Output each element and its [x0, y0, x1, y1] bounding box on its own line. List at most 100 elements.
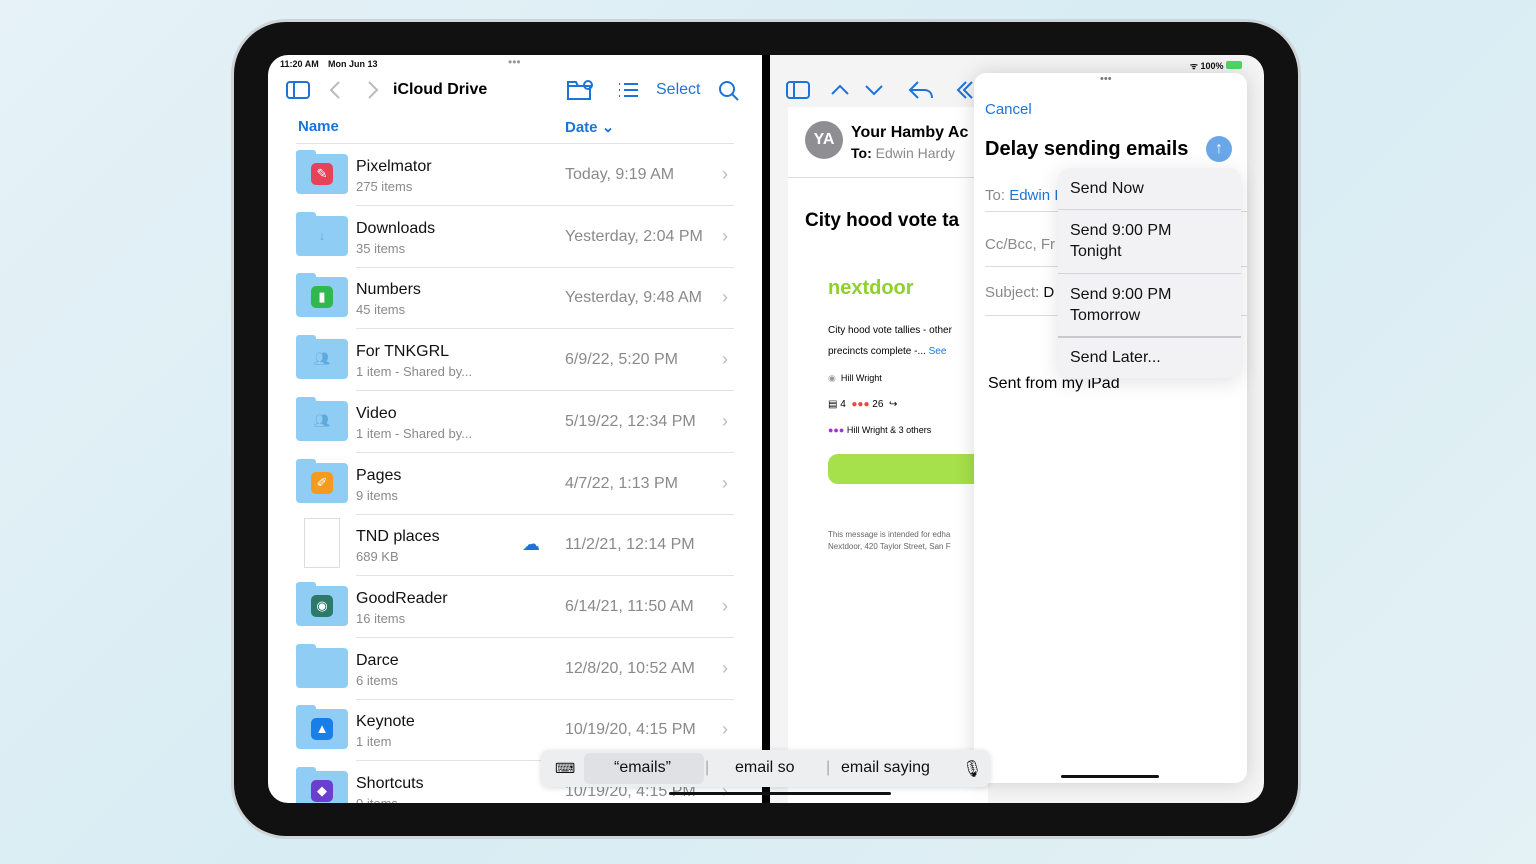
file-date: Yesterday, 2:04 PM	[565, 227, 703, 245]
file-name: For TNKGRL	[356, 343, 450, 361]
folder-icon: ▲	[296, 705, 348, 750]
list-view-icon[interactable]	[617, 81, 639, 99]
next-message-icon[interactable]	[864, 83, 884, 97]
recipient[interactable]: To: Edwin Hardy	[851, 145, 955, 161]
file-name: TND places	[356, 528, 440, 546]
file-row[interactable]: Darce 6 items 12/8/20, 10:52 AM ›	[296, 638, 734, 700]
folder-icon: ✎	[296, 150, 348, 194]
sheet-handle[interactable]: •••	[1100, 73, 1112, 85]
search-icon[interactable]	[718, 80, 740, 102]
reply-all-icon[interactable]	[956, 79, 974, 101]
microphone-icon[interactable]: 🎙︎	[962, 759, 982, 779]
file-row[interactable]: TND places 689 KB 11/2/21, 12:14 PM ☁	[296, 514, 734, 577]
folder-icon	[296, 643, 348, 688]
cta-button[interactable]	[828, 454, 998, 484]
shortcuts-icon: ◆	[311, 780, 333, 802]
file-row[interactable]: ◉ GoodReader 16 items 6/14/21, 11:50 AM ›	[296, 576, 734, 638]
folder-icon: ↓	[296, 211, 348, 256]
footer-line-1: This message is intended for edha	[828, 530, 951, 539]
file-row[interactable]: ↓ Downloads 35 items Yesterday, 2:04 PM ›	[296, 206, 734, 268]
sidebar-toggle-icon[interactable]	[286, 81, 310, 99]
folder-icon: 👥︎	[296, 396, 348, 441]
chevron-right-icon: ›	[722, 472, 728, 493]
see-more-link[interactable]: See	[929, 346, 947, 357]
menu-send-tonight[interactable]: Send 9:00 PM Tonight	[1070, 220, 1180, 262]
forward-icon[interactable]	[366, 80, 380, 100]
sidebar-toggle-icon[interactable]	[786, 81, 810, 99]
suggestion-3[interactable]: email saying	[841, 759, 930, 777]
new-folder-icon[interactable]	[566, 79, 594, 101]
home-indicator	[1061, 775, 1159, 778]
separator: |	[826, 759, 831, 776]
menu-send-later[interactable]: Send Later...	[1070, 347, 1161, 368]
to-name: Edwin Hardy	[875, 145, 955, 161]
keyboard-icon[interactable]: ⌨	[555, 760, 575, 777]
send-arrow-icon[interactable]: ↑	[1206, 136, 1232, 162]
download-icon: ↓	[318, 227, 326, 243]
cancel-button[interactable]: Cancel	[985, 101, 1032, 118]
folder-icon: 👥︎	[296, 335, 348, 380]
file-date: 5/19/22, 12:34 PM	[565, 412, 696, 430]
file-row[interactable]: 👥︎ For TNKGRL 1 item - Shared by... 6/9/22,…	[296, 329, 734, 392]
file-date: 11/2/21, 12:14 PM	[565, 536, 695, 554]
file-details: 689 KB	[356, 549, 399, 565]
keynote-icon: ▲	[311, 718, 333, 741]
to-field-label: To:	[985, 187, 1006, 204]
file-details: 35 items	[356, 240, 406, 256]
snippet-line-2: precincts complete -... See	[828, 346, 946, 357]
chevron-right-icon: ›	[722, 595, 728, 616]
file-details: 16 items	[356, 610, 406, 626]
pixelmator-icon: ✎	[311, 163, 333, 185]
menu-send-now[interactable]: Send Now	[1070, 178, 1144, 199]
cloud-download-icon[interactable]: ☁	[522, 534, 540, 555]
divider	[1058, 336, 1241, 338]
reactions-icon: ●●●	[851, 399, 870, 410]
mail-app: ᯤ 100% YA Your Hamby Ac To: Edwin Hardy …	[770, 55, 1264, 803]
to-field[interactable]: To: Edwin I	[985, 187, 1058, 204]
select-button[interactable]: Select	[656, 81, 700, 99]
files-app: 11:20 AM Mon Jun 13 ••• iCloud Drive Sel…	[268, 55, 762, 803]
file-row[interactable]: ✐ Pages 9 items 4/7/22, 1:13 PM ›	[296, 453, 734, 515]
menu-send-tomorrow[interactable]: Send 9:00 PM Tomorrow	[1070, 284, 1190, 326]
subject-field[interactable]: Subject: D	[985, 284, 1054, 301]
file-date: 4/7/22, 1:13 PM	[565, 474, 678, 492]
file-details: 6 items	[356, 672, 398, 688]
file-row[interactable]: 👥︎ Video 1 item - Shared by... 5/19/22, 12:…	[296, 391, 734, 453]
reply-icon[interactable]	[908, 79, 934, 101]
sort-date[interactable]: Date ⌄	[565, 118, 614, 136]
file-date: 10/19/20, 4:15 PM	[565, 721, 696, 739]
cc-bcc-field[interactable]: Cc/Bcc, Fr	[985, 236, 1055, 253]
file-date: Yesterday, 9:48 AM	[565, 289, 702, 307]
file-details: 275 items	[356, 179, 413, 194]
divider	[1058, 273, 1241, 274]
author-name: Hill Wright	[840, 373, 882, 383]
battery-status: ᯤ 100%	[1190, 59, 1242, 72]
chevron-right-icon: ›	[722, 349, 728, 370]
email-subject: City hood vote ta	[805, 210, 960, 231]
folder-icon: ◆	[296, 767, 348, 803]
previous-message-icon[interactable]	[830, 83, 850, 97]
back-icon[interactable]	[328, 80, 342, 100]
file-date: 6/9/22, 5:20 PM	[565, 351, 678, 369]
file-row[interactable]: ✎ Pixelmator 275 items Today, 9:19 AM ›	[296, 144, 734, 206]
chevron-down-icon: ⌄	[601, 119, 615, 136]
comment-count: 4	[840, 399, 846, 410]
file-row[interactable]: ▮ Numbers 45 items Yesterday, 9:48 AM ›	[296, 267, 734, 330]
split-divider[interactable]	[762, 55, 770, 803]
battery-icon	[1226, 61, 1242, 69]
shared-icon: 👥︎	[313, 412, 331, 428]
sender-name: Your Hamby Ac	[851, 124, 969, 141]
file-details: 0 items	[356, 796, 398, 803]
chevron-right-icon: ›	[722, 225, 728, 246]
suggestion-2[interactable]: email so	[735, 759, 795, 777]
home-indicator	[669, 792, 891, 795]
file-details: 9 items	[356, 487, 398, 503]
file-details: 1 item - Shared by...	[356, 425, 473, 441]
multitask-dots[interactable]: •••	[508, 55, 521, 69]
comment-icon: ▤	[828, 399, 838, 410]
file-name: Numbers	[356, 281, 421, 299]
shared-icon: 👥︎	[313, 351, 331, 367]
suggestion-1[interactable]: “emails”	[614, 759, 671, 777]
page-title: iCloud Drive	[393, 81, 488, 98]
sort-name[interactable]: Name	[298, 118, 339, 135]
